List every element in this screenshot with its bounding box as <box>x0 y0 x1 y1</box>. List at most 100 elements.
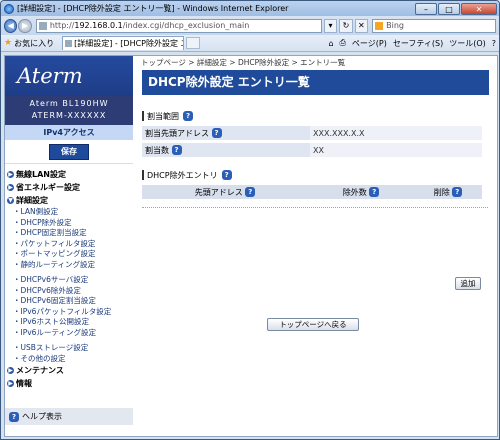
menu-info[interactable]: ▶ 情報 <box>5 377 133 390</box>
entry-section-label: DHCP除外エントリ <box>147 170 218 180</box>
sidebar: Aterm Aterm BL190HW ATERM-XXXXXX IPv4アクセ… <box>5 56 137 436</box>
help-question-icon[interactable]: ? <box>183 111 193 121</box>
favorites-button[interactable]: ★ お気に入り <box>4 38 54 49</box>
menu-wireless-label: 無線LAN設定 <box>16 170 66 179</box>
col-exclude-count: 除外数 ? <box>308 185 414 199</box>
sidebar-item-ipv6-packet-filter[interactable]: ・IPv6パケットフィルタ設定 <box>5 307 133 318</box>
range-table: 割当先頭アドレス ? XXX.XXX.X.X 割当数 ? XX <box>142 126 482 157</box>
main-panel: トップページ > 詳細設定 > DHCP除外設定 > エントリ一覧 DHCP除外… <box>133 56 497 436</box>
entry-section-heading: DHCP除外エントリ ? <box>142 169 497 181</box>
arrow-right-icon: ▶ <box>7 380 14 387</box>
favorites-label: お気に入り <box>14 38 55 48</box>
aterm-logo: Aterm <box>5 56 133 96</box>
dropdown-icon[interactable]: ▾ <box>323 18 338 33</box>
arrow-right-icon: ▶ <box>7 184 14 191</box>
help-icon[interactable]: ? <box>492 39 496 48</box>
url-prefix: http:// <box>49 21 75 30</box>
entry-table: 先頭アドレス ? 除外数 ? 削除 ? <box>142 185 482 199</box>
minimize-button[interactable]: – <box>415 2 437 15</box>
sidebar-item-dhcp-fixed[interactable]: ・DHCP固定割当設定 <box>5 228 133 239</box>
help-question-icon[interactable]: ? <box>369 187 380 197</box>
sidebar-item-usb-storage[interactable]: ・USBストレージ設定 <box>5 343 133 354</box>
menu-maintenance[interactable]: ▶ メンテナンス <box>5 364 133 377</box>
range-count-value: XX <box>310 143 482 157</box>
help-question-icon[interactable]: ? <box>221 170 232 180</box>
menu-wireless[interactable]: ▶ 無線LAN設定 <box>5 168 133 181</box>
model-info: Aterm BL190HW ATERM-XXXXXX <box>5 96 133 125</box>
sidebar-item-port-mapping[interactable]: ・ポートマッピング設定 <box>5 249 133 260</box>
arrow-right-icon: ▶ <box>7 171 14 178</box>
stop-icon[interactable]: ✕ <box>354 18 369 33</box>
save-button[interactable]: 保存 <box>49 143 89 160</box>
help-question-icon[interactable]: ? <box>171 145 182 155</box>
sidebar-item-dhcpv6-server[interactable]: ・DHCPv6サーバ設定 <box>5 275 133 286</box>
close-button[interactable]: ✕ <box>461 2 497 15</box>
command-page[interactable]: ページ(P) <box>352 38 387 49</box>
col-delete: 削除 ? <box>414 185 482 199</box>
arrow-down-icon: ▼ <box>7 197 14 204</box>
add-button[interactable]: 追加 <box>455 277 481 290</box>
table-row: 割当数 ? XX <box>142 143 482 157</box>
menu-info-label: 情報 <box>16 379 32 388</box>
back-icon[interactable]: ◀ <box>4 18 18 33</box>
arrow-right-icon: ▶ <box>7 367 14 374</box>
menu-maintenance-label: メンテナンス <box>16 366 64 375</box>
sidebar-item-packet-filter[interactable]: ・パケットフィルタ設定 <box>5 239 133 250</box>
back-to-top-button[interactable]: トップページへ戻る <box>267 318 359 331</box>
page-icon <box>38 21 47 30</box>
range-count-label: 割当数 ? <box>142 143 310 157</box>
star-icon: ★ <box>4 38 13 48</box>
help-question-icon: ? <box>9 411 19 422</box>
sidebar-item-other[interactable]: ・その他の設定 <box>5 354 133 365</box>
range-section-label: 割当範囲 <box>147 111 179 121</box>
browser-window: [詳細設定] - [DHCP除外設定 エントリ一覧] - Windows Int… <box>0 0 500 440</box>
sidebar-menu: ▶ 無線LAN設定 ▶ 省エネルギー設定 ▼ 詳細設定 ・LAN側設定 ・DHCP除外… <box>5 164 133 390</box>
sidebar-item-dhcpv6-exclusion[interactable]: ・DHCPv6除外設定 <box>5 286 133 297</box>
sidebar-item-lan[interactable]: ・LAN側設定 <box>5 207 133 218</box>
new-tab-button[interactable] <box>186 37 201 49</box>
sidebar-item-dhcp-exclusion[interactable]: ・DHCP除外設定 <box>5 218 133 229</box>
command-safety[interactable]: セーフティ(S) <box>393 38 443 49</box>
mode-label: IPv4アクセス <box>5 125 133 140</box>
page-content: Aterm Aterm BL190HW ATERM-XXXXXX IPv4アクセ… <box>4 55 498 437</box>
search-placeholder: Bing <box>386 21 404 30</box>
help-question-icon[interactable]: ? <box>452 187 463 197</box>
breadcrumb: トップページ > 詳細設定 > DHCP除外設定 > エントリ一覧 <box>141 58 346 67</box>
help-question-icon[interactable]: ? <box>245 187 256 197</box>
active-tab[interactable]: [詳細設定] - [DHCP除外設定 エント... <box>62 36 185 50</box>
table-row: 割当先頭アドレス ? XXX.XXX.X.X <box>142 126 482 140</box>
command-tools[interactable]: ツール(O) <box>449 38 486 49</box>
refresh-icon[interactable]: ↻ <box>339 18 353 33</box>
range-start-value: XXX.XXX.X.X <box>310 126 482 140</box>
menu-advanced-label: 詳細設定 <box>16 196 48 205</box>
ie-icon <box>4 3 14 14</box>
menu-energy[interactable]: ▶ 省エネルギー設定 <box>5 181 133 194</box>
save-area: 保存 <box>5 140 133 164</box>
page-title: DHCP除外設定 エントリ一覧 <box>142 70 489 95</box>
title-bar: [詳細設定] - [DHCP除外設定 エントリ一覧] - Windows Int… <box>1 1 499 16</box>
sidebar-item-static-routing[interactable]: ・静的ルーティング設定 <box>5 260 133 271</box>
sidebar-item-ipv6-host[interactable]: ・IPv6ホスト公開設定 <box>5 317 133 328</box>
home-icon[interactable]: ⌂ <box>328 39 333 48</box>
favorites-bar: ★ お気に入り [詳細設定] - [DHCP除外設定 エント... ⌂ ⎙ ペー… <box>1 35 499 52</box>
help-display[interactable]: ? ヘルプ表示 <box>5 408 137 425</box>
menu-advanced[interactable]: ▼ 詳細設定 <box>5 194 133 207</box>
bing-icon <box>375 21 384 30</box>
search-input[interactable]: Bing <box>372 18 497 33</box>
range-section-heading: 割当範囲 ? <box>142 110 497 122</box>
tab-title: [詳細設定] - [DHCP除外設定 エント... <box>74 39 183 48</box>
command-bar: ⌂ ⎙ ページ(P) セーフティ(S) ツール(O) ? <box>322 38 496 49</box>
model-name: Aterm BL190HW <box>29 99 109 108</box>
address-bar[interactable]: http://192.168.0.1/index.cgi/dhcp_exclus… <box>35 18 322 33</box>
range-start-label: 割当先頭アドレス ? <box>142 126 310 140</box>
maximize-button[interactable]: □ <box>438 2 460 15</box>
window-title: [詳細設定] - [DHCP除外設定 エントリ一覧] - Windows Int… <box>17 4 289 13</box>
menu-energy-label: 省エネルギー設定 <box>16 183 80 192</box>
forward-icon[interactable]: ▶ <box>18 18 32 33</box>
help-label: ヘルプ表示 <box>22 412 62 421</box>
sidebar-item-dhcpv6-fixed[interactable]: ・DHCPv6固定割当設定 <box>5 296 133 307</box>
help-question-icon[interactable]: ? <box>211 128 222 138</box>
print-icon[interactable]: ⎙ <box>340 38 346 48</box>
sidebar-item-ipv6-routing[interactable]: ・IPv6ルーティング設定 <box>5 328 133 339</box>
device-id: ATERM-XXXXXX <box>31 111 107 120</box>
